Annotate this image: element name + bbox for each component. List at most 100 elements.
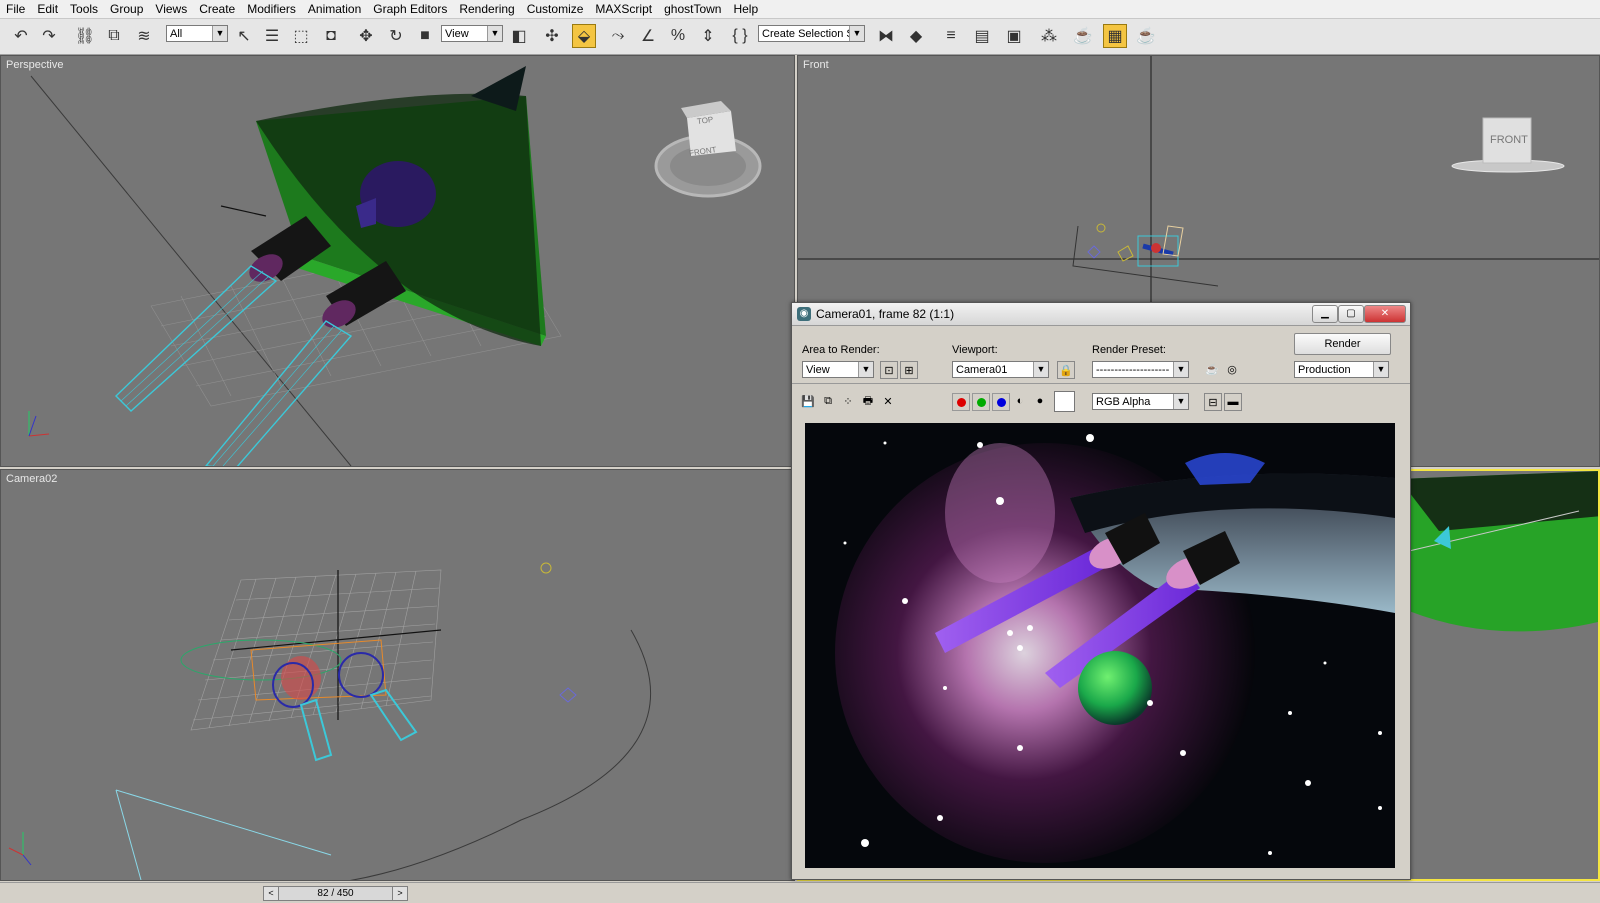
rendered-image [805,423,1395,868]
layer-manager-icon[interactable]: ≡ [940,25,962,47]
bind-space-warp-icon[interactable]: ≋ [133,25,155,47]
toggle-ui-overlays-icon[interactable]: ⊟ [1204,393,1222,411]
blue-channel-toggle[interactable] [992,393,1010,411]
render-setup-icon[interactable]: ☕ [1204,361,1220,377]
viewport-label: Viewport: [952,344,998,356]
camera02-scene [8,562,652,880]
undo-icon[interactable]: ↶ [10,25,32,47]
maximize-icon[interactable]: ▢ [1338,305,1364,323]
toggle-ui-icon[interactable]: ▬ [1224,393,1242,411]
clone-frame-icon[interactable]: ⁘ [840,393,856,409]
close-icon[interactable]: ✕ [1364,305,1406,323]
chevron-down-icon: ▼ [1173,362,1188,377]
menu-create[interactable]: Create [193,0,241,18]
environment-effects-icon[interactable]: ◎ [1224,361,1240,377]
graphite-ribbon-icon[interactable]: ▤ [971,25,993,47]
render-preset-dropdown[interactable]: -------------------- ▼ [1092,361,1189,378]
select-manipulate-icon[interactable]: ✣ [541,25,563,47]
menu-ghosttown[interactable]: ghostTown [658,0,727,18]
chevron-down-icon: ▼ [849,26,864,41]
next-frame-button[interactable]: > [393,887,407,900]
keyboard-shortcut-override-icon[interactable]: ⬙ [572,24,596,48]
ref-coord-value: View [445,28,469,40]
render-setup-icon[interactable]: ☕ [1072,25,1094,47]
named-selection-placeholder: Create Selection Set [762,28,863,40]
viewport-dropdown[interactable]: Camera01 ▼ [952,361,1049,378]
teapot-icon: ◉ [797,307,811,321]
chevron-down-icon: ▼ [1173,394,1188,409]
frame-counter[interactable]: 82 / 450 [278,887,393,900]
prev-frame-button[interactable]: < [264,887,278,900]
move-icon[interactable]: ✥ [355,25,377,47]
menu-modifiers[interactable]: Modifiers [241,0,302,18]
clear-icon[interactable]: ✕ [880,393,896,409]
pivot-center-icon[interactable]: ◧ [508,25,530,47]
rectangular-selection-icon[interactable]: ⬚ [290,25,312,47]
rendered-frame-window-icon[interactable]: ▦ [1103,24,1127,48]
render-mode-value: Production [1298,364,1351,376]
minimize-icon[interactable]: ▁ [1312,305,1338,323]
time-slider[interactable]: < 82 / 450 > [263,886,408,901]
green-channel-toggle[interactable] [972,393,990,411]
render-window-title: Camera01, frame 82 (1:1) [816,307,955,321]
green-channel-icon [976,397,986,407]
viewcube-front-face-label[interactable]: FRONT [1490,134,1528,146]
named-selection-set-dropdown[interactable]: Create Selection Set ▼ [758,25,865,42]
redo-icon[interactable]: ↷ [38,25,60,47]
menu-file[interactable]: File [0,0,31,18]
unlink-icon[interactable]: ⧉ [103,25,125,47]
menu-tools[interactable]: Tools [64,0,104,18]
save-image-icon[interactable]: 💾 [800,393,816,409]
edit-named-selection-icon[interactable]: { } [729,25,751,47]
menu-rendering[interactable]: Rendering [453,0,520,18]
viewport-camera02[interactable]: Camera02 [0,469,795,881]
color-swatch[interactable] [1054,391,1075,412]
time-slider-bar: < 82 / 450 > [0,882,1600,903]
align-icon[interactable]: ◆ [905,25,927,47]
mirror-icon[interactable]: ⧓ [875,25,897,47]
print-icon[interactable]: 🖶 [860,393,876,409]
edit-region-icon[interactable]: ⊡ [880,361,898,379]
percent-snap-icon[interactable]: % [667,25,689,47]
scale-icon[interactable]: ■ [414,25,436,47]
select-object-icon[interactable]: ↖ [233,25,255,47]
material-editor-icon[interactable]: ⁂ [1038,25,1060,47]
menu-maxscript[interactable]: MAXScript [589,0,658,18]
viewport-perspective[interactable]: Perspective TOP FRONT [0,55,795,467]
spinner-snap-icon[interactable]: ⇕ [697,25,719,47]
channel-display-value: RGB Alpha [1096,396,1151,408]
area-to-render-dropdown[interactable]: View ▼ [802,361,874,378]
render-mode-dropdown[interactable]: Production ▼ [1294,361,1389,378]
selection-filter-dropdown[interactable]: All ▼ [166,25,228,42]
select-link-icon[interactable]: ⛓ [74,25,96,47]
viewport-value: Camera01 [956,364,1008,376]
reference-coordinate-dropdown[interactable]: View ▼ [441,25,503,42]
snap-toggle-icon[interactable]: ⤳ [607,25,629,47]
copy-image-icon[interactable]: ⧉ [820,393,836,409]
menu-customize[interactable]: Customize [521,0,590,18]
area-to-render-value: View [806,364,830,376]
chevron-down-icon: ▼ [858,362,873,377]
chevron-down-icon: ▼ [1373,362,1388,377]
rotate-icon[interactable]: ↻ [385,25,407,47]
menu-animation[interactable]: Animation [302,0,367,18]
menu-edit[interactable]: Edit [31,0,64,18]
red-channel-toggle[interactable] [952,393,970,411]
curve-editor-icon[interactable]: ▣ [1003,25,1025,47]
select-by-name-icon[interactable]: ☰ [261,25,283,47]
render-button[interactable]: Render [1294,333,1391,355]
menu-views[interactable]: Views [149,0,193,18]
menu-help[interactable]: Help [727,0,764,18]
monochrome-icon[interactable]: ● [1032,393,1048,409]
render-preset-value: -------------------- [1096,364,1170,376]
window-crossing-icon[interactable]: ◘ [320,25,342,47]
channel-display-dropdown[interactable]: RGB Alpha ▼ [1092,393,1189,410]
lock-icon[interactable]: 🔒 [1057,361,1075,379]
render-window-titlebar[interactable]: ◉ Camera01, frame 82 (1:1) ▁ ▢ ✕ [792,303,1410,326]
menu-group[interactable]: Group [104,0,149,18]
alpha-channel-icon[interactable]: ◐ [1012,393,1028,409]
angle-snap-icon[interactable]: ∠ [637,25,659,47]
render-production-icon[interactable]: ☕ [1135,25,1157,47]
menu-graph-editors[interactable]: Graph Editors [367,0,453,18]
auto-region-icon[interactable]: ⊞ [900,361,918,379]
